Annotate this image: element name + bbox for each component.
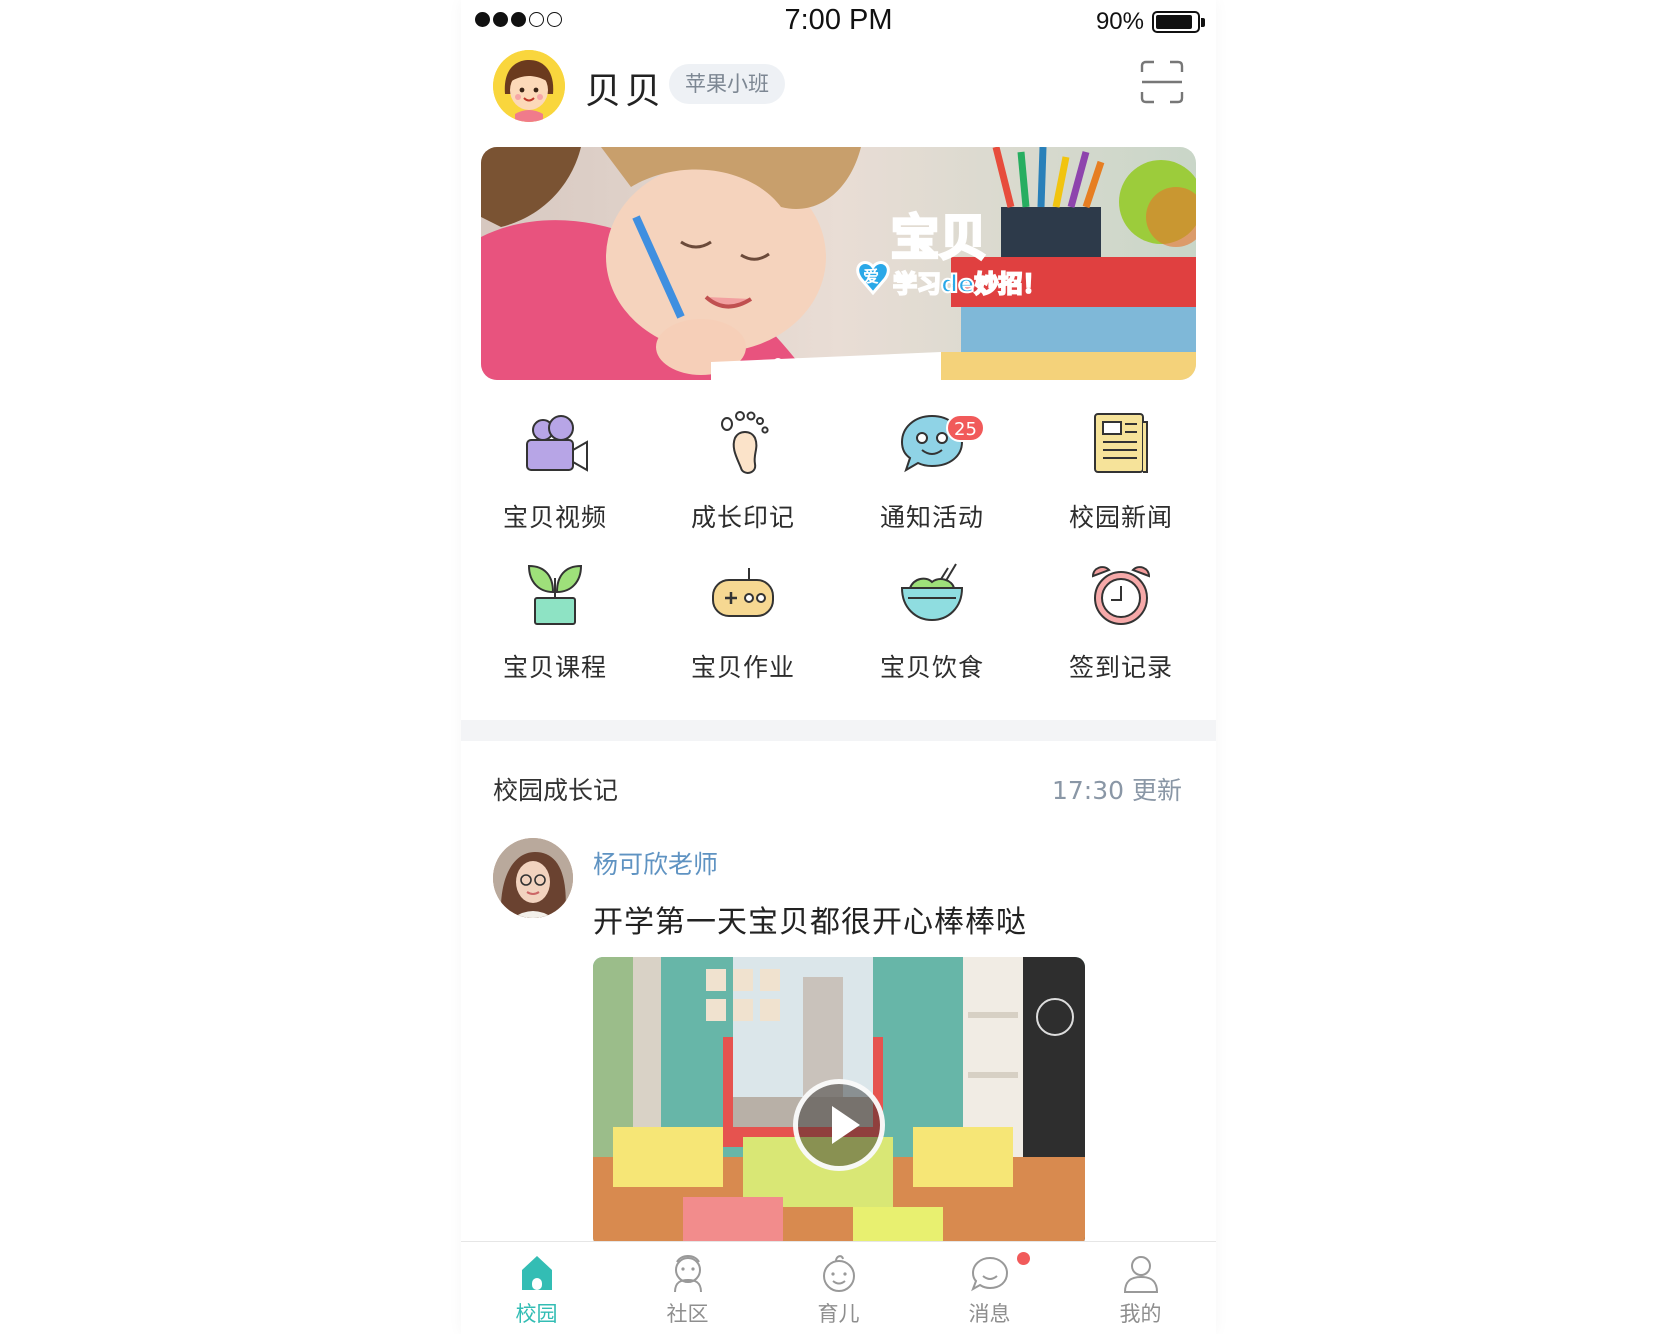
battery-percent: 90%: [1095, 8, 1144, 35]
grid-label: 通知活动: [879, 503, 984, 532]
feed-title: 校园成长记: [493, 776, 619, 805]
tab-label: 消息: [968, 1302, 1011, 1326]
post-author[interactable]: 杨可欣老师: [593, 845, 718, 881]
play-button[interactable]: [793, 1079, 885, 1171]
grid-label: 校园新闻: [1068, 503, 1173, 532]
tab-label: 我的: [1119, 1302, 1162, 1326]
tab-profile[interactable]: 我的: [1065, 1242, 1216, 1334]
girl-avatar-icon: [493, 50, 565, 122]
food-bowl-icon: [900, 563, 964, 622]
newspaper-icon: [1094, 413, 1148, 473]
bottom-tab-bar: 校园 社区 育儿 消息 我的: [461, 1241, 1216, 1334]
grid-item-food[interactable]: 宝贝饮食: [838, 558, 1026, 698]
grid-label: 宝贝课程: [502, 653, 607, 682]
teacher-photo-icon: [493, 838, 573, 918]
tab-school[interactable]: 校园: [461, 1242, 612, 1334]
banner-image: 宝贝 爱 学习de妙招！: [481, 147, 1196, 380]
promo-banner[interactable]: 宝贝 爱 学习de妙招！: [481, 147, 1196, 380]
banner-heart-text: 爱: [863, 267, 879, 286]
feed-update-time: 17:30 更新: [1052, 776, 1182, 805]
grid-item-homework[interactable]: 宝贝作业: [649, 558, 837, 698]
grid-item-notice[interactable]: 25 通知活动: [838, 408, 1026, 548]
video-camera-icon: [526, 415, 588, 472]
grid-item-course[interactable]: 宝贝课程: [461, 558, 649, 698]
grid-label: 宝贝视频: [502, 503, 607, 532]
grid-item-news[interactable]: 校园新闻: [1027, 408, 1215, 548]
post-video[interactable]: [593, 957, 1085, 1247]
baby-face-icon: [823, 1255, 855, 1292]
message-icon: [971, 1256, 1009, 1292]
status-bar: 7:00 PM 90%: [461, 0, 1216, 44]
gamepad-icon: [712, 568, 774, 617]
banner-subtitle: 学习de妙招！: [893, 270, 1046, 298]
grid-label: 签到记录: [1068, 653, 1173, 682]
grid-label: 成长印记: [690, 503, 795, 532]
alarm-clock-icon: [1091, 566, 1151, 625]
phone-screen: 7:00 PM 90% 贝贝 苹果小班 宝贝 爱 学习de妙招！ 宝贝视频 成长…: [461, 0, 1216, 1334]
teacher-avatar[interactable]: [493, 838, 573, 918]
profile-icon: [1123, 1256, 1159, 1293]
growth-feed: 校园成长记 17:30 更新 杨可欣老师 开学第一天宝贝都很开心棒棒哒: [461, 741, 1216, 1247]
tab-label: 育儿: [817, 1302, 860, 1326]
post-text: 开学第一天宝贝都很开心棒棒哒: [593, 905, 1027, 940]
banner-title: 宝贝: [891, 210, 987, 266]
grid-label: 宝贝作业: [690, 653, 795, 682]
tab-community[interactable]: 社区: [612, 1242, 763, 1334]
battery-level: [1156, 15, 1192, 29]
tab-messages[interactable]: 消息: [914, 1242, 1065, 1334]
grid-item-checkin[interactable]: 签到记录: [1027, 558, 1215, 698]
notice-count-badge: 25: [946, 414, 985, 442]
battery-icon: [1152, 11, 1200, 33]
scan-button[interactable]: [1140, 60, 1184, 104]
tab-label: 校园: [515, 1302, 558, 1326]
scan-icon: [1140, 60, 1184, 104]
school-home-icon: [522, 1256, 552, 1290]
community-icon: [674, 1255, 702, 1293]
user-name: 贝贝: [585, 71, 666, 112]
grid-label: 宝贝饮食: [879, 653, 984, 682]
child-avatar[interactable]: [493, 50, 565, 122]
unread-dot: [1017, 1252, 1030, 1265]
sprout-icon: [527, 564, 583, 625]
profile-header: 贝贝 苹果小班: [461, 44, 1216, 144]
grid-item-growth[interactable]: 成长印记: [649, 408, 837, 548]
footprint-icon: [721, 411, 769, 474]
tab-parenting[interactable]: 育儿: [763, 1242, 914, 1334]
class-badge[interactable]: 苹果小班: [669, 64, 785, 104]
grid-item-video[interactable]: 宝贝视频: [461, 408, 649, 548]
top-section: 7:00 PM 90% 贝贝 苹果小班 宝贝 爱 学习de妙招！ 宝贝视频 成长…: [461, 0, 1216, 720]
tab-label: 社区: [666, 1302, 709, 1326]
